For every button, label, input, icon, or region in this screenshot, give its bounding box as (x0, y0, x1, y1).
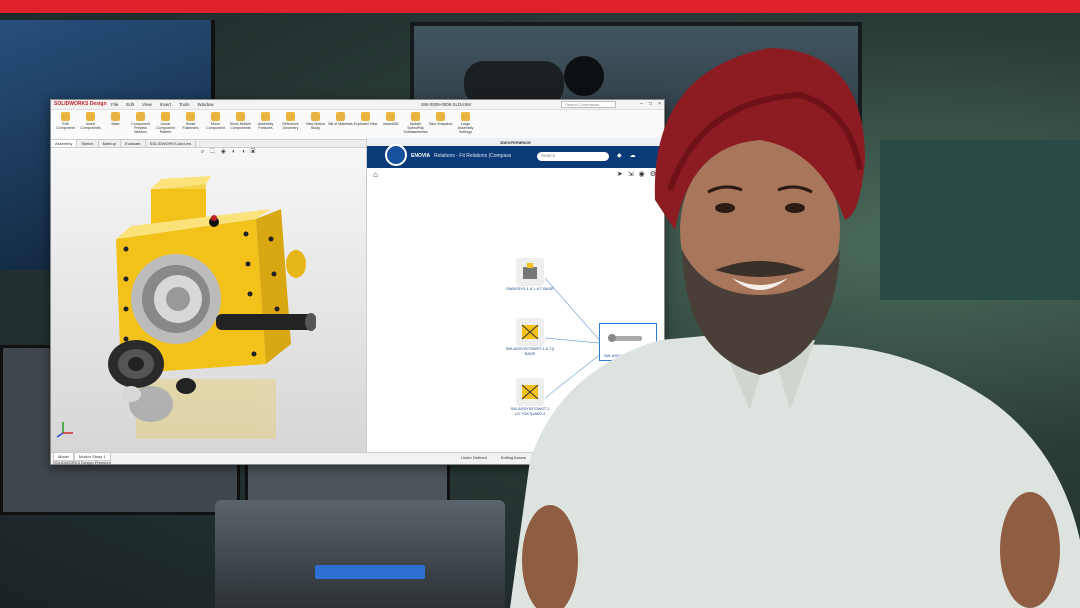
menu-tools[interactable]: Tools (179, 102, 190, 107)
bom-icon (336, 112, 345, 121)
tool-exploded-view[interactable]: Exploded View (353, 110, 378, 140)
snapshot-icon (436, 112, 445, 121)
tool-move-component[interactable]: Move Component (203, 110, 228, 140)
assembly-features-icon (261, 112, 270, 121)
tool-edit-component[interactable]: Edit Component (53, 110, 78, 140)
show-hidden-icon (236, 112, 245, 121)
reference-geometry-icon (286, 112, 295, 121)
menu-view[interactable]: View (142, 102, 152, 107)
tool-assembly-features[interactable]: Assembly Features (253, 110, 278, 140)
tool-smart-fasteners[interactable]: Smart Fasteners (178, 110, 203, 140)
tool-show-hidden[interactable]: Show Hidden Components (228, 110, 253, 140)
triad-axis-icon (56, 422, 73, 438)
tool-update-speedpak[interactable]: Update SpeedPak Subassemblies (403, 110, 428, 140)
preview-window-icon (136, 112, 145, 121)
menu-window[interactable]: Window (198, 102, 214, 107)
exploded-view-icon (361, 112, 370, 121)
edit-component-icon (61, 112, 70, 121)
speedpak-icon (411, 112, 420, 121)
fastener-icon (186, 112, 195, 121)
tool-new-motion-study[interactable]: New Motion Study (303, 110, 328, 140)
move-component-icon (211, 112, 220, 121)
motion-study-icon (311, 112, 320, 121)
gearbox-assembly-model[interactable] (106, 164, 316, 454)
menu-file[interactable]: File (111, 102, 118, 107)
app-brand: SOLIDWORKS Design (54, 101, 107, 107)
large-assembly-icon (461, 112, 470, 121)
tab-markup[interactable]: Markup (99, 140, 121, 147)
presenter-person (510, 48, 1080, 608)
tab-sketch[interactable]: Sketch (77, 140, 99, 147)
tab-evaluate[interactable]: Evaluate (121, 140, 146, 147)
tab-addins[interactable]: SOLIDWORKS Add-Ins (146, 140, 197, 147)
video-frame: SOLIDWORKS Design File Edit View Insert … (0, 0, 1080, 608)
instant3d-icon (386, 112, 395, 121)
tool-linear-pattern[interactable]: Linear Component Pattern (153, 110, 178, 140)
tool-insert-components[interactable]: Insert Components (78, 110, 103, 140)
tool-instant3d[interactable]: Instant3D (378, 110, 403, 140)
tool-reference-geometry[interactable]: Reference Geometry (278, 110, 303, 140)
insert-components-icon (86, 112, 95, 121)
linear-pattern-icon (161, 112, 170, 121)
menu-edit[interactable]: Edit (126, 102, 134, 107)
menu-bar: File Edit View Insert Tools Window (111, 102, 214, 107)
document-title: SW-0009-0009.SLDASM (421, 102, 471, 107)
tool-take-snapshot[interactable]: Take Snapshot (428, 110, 453, 140)
product-version: SOLIDWORKS Design Premium (53, 460, 111, 465)
mate-icon (111, 112, 120, 121)
menu-insert[interactable]: Insert (160, 102, 171, 107)
tool-bill-of-materials[interactable]: Bill of Materials (328, 110, 353, 140)
top-accent-bar (0, 0, 1080, 13)
tab-assembly[interactable]: Assembly (51, 140, 78, 147)
graphics-viewport[interactable]: ⌕ ⬚ ◈ ◐ ◑ ▣ (51, 149, 366, 454)
background-console (215, 500, 505, 608)
heads-up-toolbar[interactable]: ⌕ ⬚ ◈ ◐ ◑ ▣ (201, 149, 257, 156)
tool-mate[interactable]: Mate (103, 110, 128, 140)
tool-component-preview[interactable]: Component Preview Window (128, 110, 153, 140)
